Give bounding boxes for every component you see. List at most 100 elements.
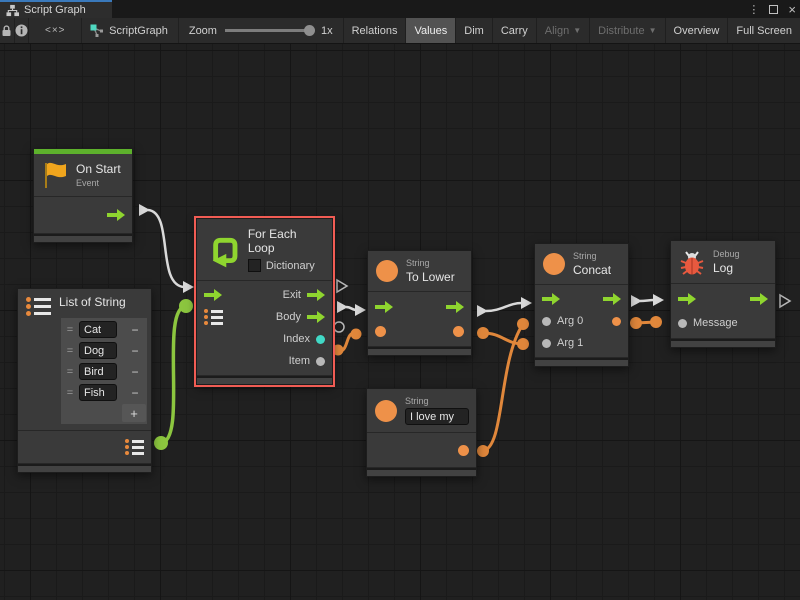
overview-button[interactable]: Overview: [665, 18, 728, 43]
node-for-each-loop[interactable]: For Each Loop Dictionary Exit: [196, 218, 333, 385]
maximize-icon[interactable]: [769, 5, 778, 14]
remove-item-button[interactable]: −: [126, 364, 144, 380]
node-footer: [18, 464, 151, 472]
arg1-input-port[interactable]: Arg 1: [542, 337, 583, 349]
wire-flow-concat-to-log[interactable]: [631, 294, 664, 307]
list-icon: [26, 297, 51, 316]
flow-output-port[interactable]: [107, 209, 125, 221]
list-item-input[interactable]: [79, 363, 117, 380]
inspect-button[interactable]: [15, 18, 30, 43]
flow-output-port[interactable]: [446, 301, 464, 313]
node-on-start[interactable]: On Start Event: [33, 148, 133, 243]
string-port-dot: [375, 326, 386, 337]
message-input-port[interactable]: Message: [678, 317, 738, 329]
lock-icon: [1, 25, 12, 37]
node-title: To Lower: [406, 270, 455, 284]
drag-handle-icon[interactable]: =: [64, 324, 76, 336]
graph-name-button[interactable]: ScriptGraph: [82, 18, 179, 43]
unconnected-index-circle[interactable]: [334, 322, 344, 332]
flow-input-port[interactable]: [678, 293, 696, 305]
node-concat[interactable]: String Concat Arg: [534, 243, 629, 367]
index-output-port[interactable]: Index: [283, 333, 325, 345]
script-graph-icon: [90, 24, 104, 38]
tab-script-graph[interactable]: Script Graph: [0, 0, 112, 18]
zoom-slider[interactable]: [225, 29, 313, 32]
object-port-dot: [542, 317, 551, 326]
result-output-port[interactable]: [612, 317, 621, 326]
unconnected-exit-triangle[interactable]: [337, 280, 347, 292]
wire-value-item-to-tolower[interactable]: [333, 329, 362, 356]
list-icon: [125, 439, 144, 455]
string-output-port[interactable]: [458, 445, 469, 456]
string-output-port[interactable]: [453, 326, 464, 337]
close-icon[interactable]: ×: [788, 3, 796, 16]
string-type-icon: [375, 400, 397, 422]
chevron-down-icon: ▼: [573, 26, 581, 35]
wire-flow-onstart-to-foreach[interactable]: [139, 204, 194, 293]
zoom-value: 1x: [321, 25, 333, 37]
unconnected-log-exit-triangle[interactable]: [780, 295, 790, 307]
drag-handle-icon[interactable]: =: [64, 366, 76, 378]
flow-input-port[interactable]: [375, 301, 393, 313]
flow-output-port[interactable]: [603, 293, 621, 305]
node-debug-log[interactable]: Debug Log Message: [670, 240, 776, 348]
collection-input-port[interactable]: [204, 309, 223, 325]
lock-button[interactable]: [0, 18, 15, 43]
wire-value-literal-to-arg0[interactable]: [477, 318, 529, 457]
string-value-input[interactable]: [405, 408, 469, 425]
drag-handle-icon[interactable]: =: [64, 387, 76, 399]
node-list-of-string[interactable]: List of String = − = − = − = −: [17, 288, 152, 473]
node-title: On Start: [76, 162, 121, 176]
window-menu-icon[interactable]: ⋮: [748, 3, 759, 16]
node-category: Debug: [713, 249, 740, 259]
drag-handle-icon[interactable]: =: [64, 345, 76, 357]
exit-output-port[interactable]: Exit: [283, 289, 325, 301]
node-string-literal[interactable]: String: [366, 388, 477, 477]
carry-button[interactable]: Carry: [492, 18, 536, 43]
list-output-port[interactable]: [125, 439, 144, 455]
wire-value-list-to-foreach[interactable]: [154, 299, 193, 450]
item-output-port[interactable]: Item: [289, 355, 325, 367]
code-view-button[interactable]: <×>: [29, 18, 82, 43]
wire-flow-body-to-tolower[interactable]: [337, 301, 366, 316]
node-title: Concat: [573, 263, 611, 277]
remove-item-button[interactable]: −: [126, 343, 144, 359]
flow-input-port[interactable]: [204, 289, 222, 301]
wire-value-tolower-to-arg1[interactable]: [477, 327, 529, 350]
list-item-input[interactable]: [79, 342, 117, 359]
node-category: String: [406, 258, 455, 268]
remove-item-button[interactable]: −: [126, 385, 144, 401]
graph-hierarchy-icon: [6, 4, 19, 17]
dictionary-checkbox[interactable]: [248, 259, 261, 272]
distribute-dropdown[interactable]: Distribute ▼: [589, 18, 664, 43]
flow-input-port[interactable]: [542, 293, 560, 305]
graph-canvas[interactable]: On Start Event List of String: [0, 44, 800, 600]
values-button[interactable]: Values: [405, 18, 455, 43]
add-item-button[interactable]: +: [122, 404, 146, 422]
flow-arrow-icon: [375, 301, 393, 313]
body-output-port[interactable]: Body: [276, 311, 325, 323]
node-footer: [671, 339, 775, 347]
zoom-control: Zoom 1x: [179, 18, 343, 43]
flow-arrow-icon: [446, 301, 464, 313]
dim-button[interactable]: Dim: [455, 18, 492, 43]
string-input-port[interactable]: [375, 326, 386, 337]
list-item-input[interactable]: [79, 384, 117, 401]
align-dropdown[interactable]: Align ▼: [536, 18, 589, 43]
node-to-lower[interactable]: String To Lower: [367, 250, 472, 356]
zoom-slider-handle[interactable]: [304, 25, 315, 36]
object-port-dot: [542, 339, 551, 348]
node-category: String: [405, 396, 469, 406]
list-item-input[interactable]: [79, 321, 117, 338]
graph-name-label: ScriptGraph: [109, 25, 168, 37]
relations-button[interactable]: Relations: [343, 18, 406, 43]
flow-output-port[interactable]: [750, 293, 768, 305]
remove-item-button[interactable]: −: [126, 322, 144, 338]
node-footer: [367, 468, 476, 476]
arg0-input-port[interactable]: Arg 0: [542, 315, 583, 327]
wire-value-concat-to-message[interactable]: [630, 316, 662, 329]
zoom-label: Zoom: [189, 25, 217, 37]
wire-flow-tolower-to-concat[interactable]: [477, 297, 532, 317]
full-screen-button[interactable]: Full Screen: [727, 18, 800, 43]
node-subtitle: Event: [76, 178, 121, 188]
